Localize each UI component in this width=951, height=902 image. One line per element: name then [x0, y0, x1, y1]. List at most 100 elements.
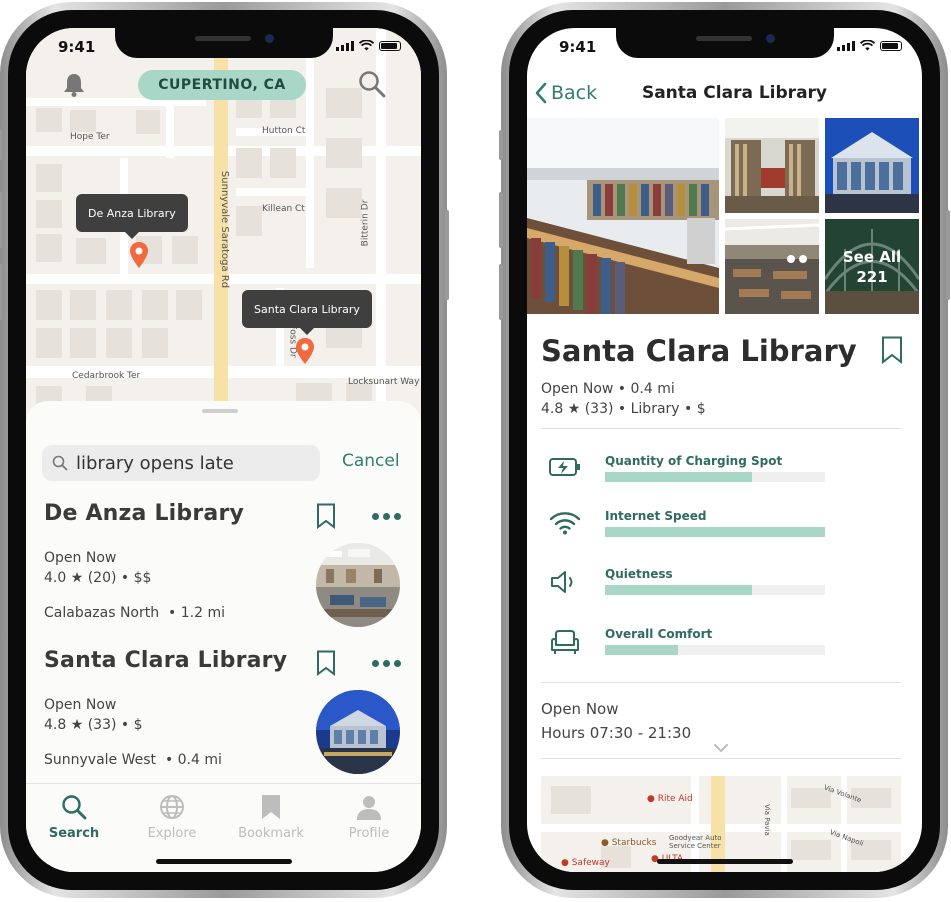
tab-label: Bookmark: [238, 826, 304, 841]
map-street-label: Hope Ter: [70, 132, 110, 142]
gallery-photo[interactable]: [725, 118, 819, 213]
metric-bar-fill: [605, 585, 753, 595]
results-sheet[interactable]: Cancel De Anza Library Open Now 4.0 ★ (2…: [26, 401, 421, 821]
metric-bar: [605, 585, 825, 595]
speaker-icon: [551, 571, 573, 593]
search-input[interactable]: [74, 451, 308, 475]
phone-bezel: 9:41 Back Santa Clara Library See All 22…: [509, 10, 940, 890]
result-thumbnail[interactable]: [316, 690, 400, 774]
bookmark-icon[interactable]: [881, 336, 903, 368]
see-all-label: See All: [842, 247, 902, 266]
map-place-starbucks: ● Starbucks: [601, 838, 657, 848]
battery-icon: [880, 41, 902, 51]
notch: [615, 28, 834, 58]
cancel-button[interactable]: Cancel: [342, 451, 400, 471]
wifi-status-icon: [359, 40, 374, 51]
map-pin-icon[interactable]: [295, 338, 315, 368]
battery-charging-icon: [549, 458, 580, 476]
result-status: Open Now: [44, 697, 117, 713]
volume-up-button: [499, 192, 503, 248]
map-street-label: Hutton Ct: [262, 126, 306, 136]
wifi-icon: [549, 512, 581, 535]
chevron-down-icon[interactable]: [713, 738, 729, 757]
home-indicator[interactable]: [656, 859, 793, 864]
volume-down-button: [0, 264, 2, 320]
result-neighborhood: Calabazas North: [44, 605, 160, 621]
nav-title: Santa Clara Library: [641, 83, 828, 103]
metric-label: Overall Comfort: [605, 627, 713, 641]
gallery-photo[interactable]: [725, 219, 819, 314]
metric-bar: [605, 472, 825, 482]
map-street-label: Via Pavia: [762, 804, 771, 836]
tab-label: Explore: [147, 826, 197, 841]
library-status: Open Now • 0.4 mi: [541, 381, 675, 397]
tab-bookmark[interactable]: Bookmark: [231, 794, 311, 841]
metric-bar: [605, 527, 825, 537]
power-button: [946, 210, 950, 300]
library-detail-screen: 9:41 Back Santa Clara Library See All 22…: [527, 28, 922, 872]
see-all-photos-button[interactable]: See All 221: [825, 219, 919, 314]
result-status: Open Now: [44, 550, 117, 566]
metric-quietness: Quietness: [541, 567, 901, 609]
cellular-signal-icon: [336, 41, 354, 51]
phone-bezel: 9:41 Hope Ter Hutton Ct Killean Ct Bitte…: [8, 10, 439, 890]
map-pin-icon[interactable]: [129, 242, 149, 272]
volume-down-button: [499, 264, 503, 320]
location-pill[interactable]: CUPERTINO, CA: [138, 70, 306, 100]
search-icon: [52, 455, 68, 471]
notifications-bell-icon[interactable]: [62, 72, 86, 102]
result-rating: 4.8 ★ (33) • $: [44, 717, 143, 733]
tab-search[interactable]: Search: [34, 794, 114, 841]
result-location: Sunnyvale West • 0.4 mi: [44, 752, 222, 768]
map-place-rite-aid: ● Rite Aid: [647, 794, 693, 804]
result-neighborhood: Sunnyvale West: [44, 752, 157, 768]
map-street-label: Cedarbrook Ter: [72, 371, 141, 381]
result-location: Calabazas North • 1.2 mi: [44, 605, 225, 621]
map-place-goodyear: Goodyear Auto Service Center: [669, 834, 722, 850]
map-tooltip-santa-clara[interactable]: Santa Clara Library: [242, 290, 372, 335]
notch: [114, 28, 333, 58]
person-icon: [357, 796, 381, 820]
battery-icon: [379, 41, 401, 51]
tab-explore[interactable]: Explore: [132, 794, 212, 841]
result-title[interactable]: Santa Clara Library: [44, 648, 287, 673]
result-title[interactable]: De Anza Library: [44, 501, 244, 526]
hours-range: Hours 07:30 - 21:30: [541, 724, 692, 742]
search-icon: [62, 795, 87, 820]
gallery-photo-main[interactable]: [527, 118, 719, 314]
map-tooltip-de-anza[interactable]: De Anza Library: [76, 194, 188, 239]
library-rating: 4.8 ★ (33) • Library • $: [541, 401, 706, 417]
metric-internet: Internet Speed: [541, 509, 901, 551]
map-street-label: Sunnyvale Saratoga Rd: [219, 170, 231, 289]
photo-gallery[interactable]: See All 221: [527, 118, 922, 314]
search-bar[interactable]: [42, 445, 320, 481]
map-search-icon[interactable]: [358, 70, 386, 102]
globe-icon: [160, 795, 184, 819]
nav-bar: Back Santa Clara Library: [527, 76, 922, 116]
left-phone: 9:41 Hope Ter Hutton Ct Killean Ct Bitte…: [0, 2, 449, 898]
map-street-label: Bitterin Dr: [360, 199, 371, 247]
right-phone: 9:41 Back Santa Clara Library See All 22…: [499, 2, 950, 898]
metric-charging: Quantity of Charging Spot: [541, 454, 901, 496]
home-indicator[interactable]: [155, 859, 292, 864]
sheet-drag-handle[interactable]: [202, 409, 238, 413]
library-title: Santa Clara Library: [541, 334, 857, 368]
more-options-icon[interactable]: [372, 660, 401, 667]
map-street-label: Killean Ct: [262, 204, 305, 214]
tab-label: Profile: [348, 826, 390, 841]
search-screen: 9:41 Hope Ter Hutton Ct Killean Ct Bitte…: [26, 28, 421, 872]
bookmark-icon[interactable]: [316, 503, 336, 533]
bookmark-icon[interactable]: [316, 650, 336, 680]
result-distance: • 1.2 mi: [168, 605, 225, 621]
more-options-icon[interactable]: [372, 513, 401, 520]
result-thumbnail[interactable]: [316, 543, 400, 627]
metric-bar: [605, 645, 825, 655]
tab-profile[interactable]: Profile: [329, 794, 409, 841]
mute-switch: [0, 130, 2, 160]
mute-switch: [499, 130, 503, 160]
status-icons: [336, 40, 401, 51]
gallery-photo[interactable]: [825, 118, 919, 213]
location-map[interactable]: ● Rite Aid ● Starbucks ● Safeway Goodyea…: [541, 776, 901, 872]
wifi-status-icon: [860, 40, 875, 51]
volume-up-button: [0, 192, 2, 248]
